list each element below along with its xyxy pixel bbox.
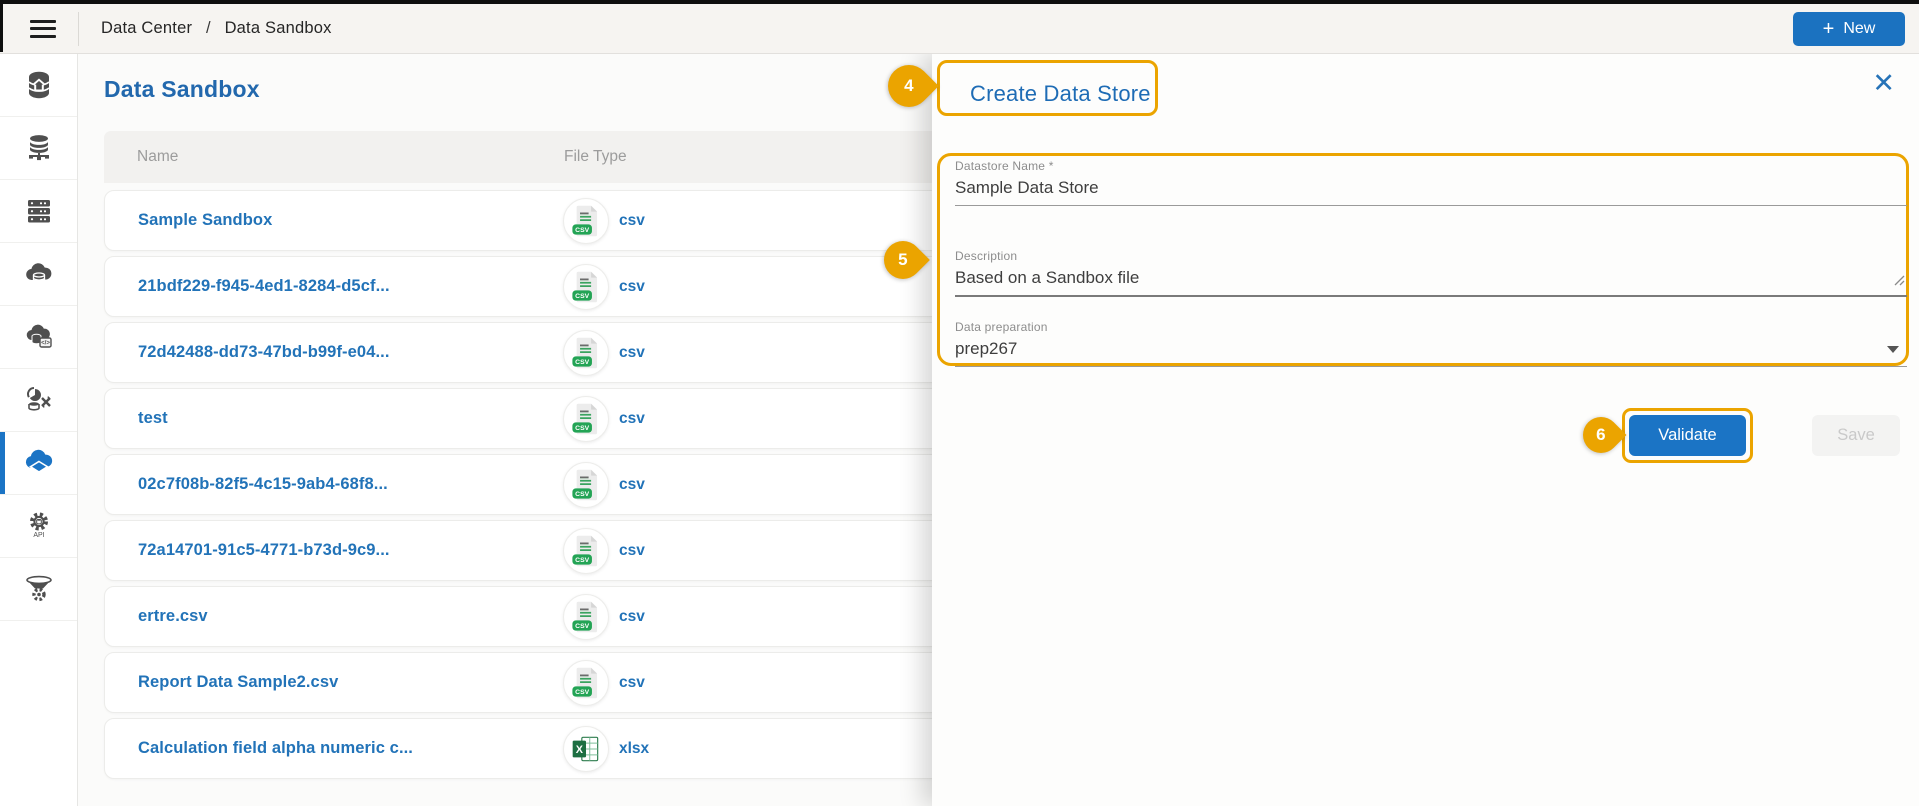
svg-text:API: API: [33, 532, 44, 539]
input-underline: [955, 295, 1907, 297]
sandbox-name-link[interactable]: Report Data Sample2.csv: [105, 673, 338, 692]
sidebar: </>: [0, 54, 78, 806]
sandbox-name-link[interactable]: 02c7f08b-82f5-4c15-9ab4-68f8...: [105, 475, 388, 494]
column-header-file-type: File Type: [564, 148, 627, 166]
sandbox-name-link[interactable]: Calculation field alpha numeric c...: [105, 739, 413, 758]
topbar-divider: [78, 12, 79, 46]
save-button[interactable]: Save: [1812, 415, 1900, 456]
svg-text:CSV: CSV: [575, 425, 589, 432]
sidebar-item-data-filter[interactable]: [0, 558, 77, 621]
sandbox-name-link[interactable]: 72a14701-91c5-4771-b73d-9c9...: [105, 541, 390, 560]
datastore-name-input[interactable]: Sample Data Store: [955, 178, 1907, 198]
data-preparation-select[interactable]: prep267: [955, 339, 1907, 359]
column-header-name: Name: [104, 148, 178, 166]
input-underline: [955, 366, 1907, 367]
file-type-label: csv: [619, 608, 645, 626]
drawer-title: Create Data Store: [970, 81, 1151, 107]
screenshot-top-edge: [0, 0, 1919, 4]
file-type-label: csv: [619, 212, 645, 230]
svg-text:CSV: CSV: [575, 689, 589, 696]
csv-file-icon: CSV: [563, 528, 609, 574]
cloud-database-code-icon: </>: [23, 321, 55, 353]
file-type-label: csv: [619, 410, 645, 428]
funnel-gear-icon: [22, 572, 56, 606]
svg-text:X: X: [576, 744, 584, 756]
svg-text:CSV: CSV: [575, 227, 589, 234]
sandbox-name-link[interactable]: 21bdf229-f945-4ed1-8284-d5cf...: [105, 277, 390, 296]
sidebar-item-data-home[interactable]: [0, 54, 77, 117]
csv-file-icon: CSV: [563, 462, 609, 508]
sidebar-item-data-sandbox[interactable]: [0, 432, 77, 495]
svg-text:CSV: CSV: [575, 293, 589, 300]
file-type-label: csv: [619, 542, 645, 560]
page-title: Data Sandbox: [104, 76, 260, 103]
new-button-label: New: [1843, 20, 1875, 38]
svg-text:CSV: CSV: [575, 359, 589, 366]
breadcrumb-item-data-sandbox: Data Sandbox: [225, 19, 332, 37]
database-network-icon: [23, 132, 55, 164]
svg-text:CSV: CSV: [575, 623, 589, 630]
database-transform-icon: [23, 384, 55, 416]
description-label: Description: [955, 249, 1907, 263]
data-preparation-field[interactable]: Data preparation prep267: [955, 320, 1907, 367]
csv-file-icon: CSV: [563, 264, 609, 310]
sidebar-item-api[interactable]: API: [0, 495, 77, 558]
file-type-label: xlsx: [619, 740, 649, 758]
sidebar-item-servers[interactable]: [0, 180, 77, 243]
csv-file-icon: CSV: [563, 396, 609, 442]
svg-text:CSV: CSV: [575, 491, 589, 498]
sidebar-item-data-sources[interactable]: [0, 117, 77, 180]
new-button[interactable]: + New: [1793, 12, 1905, 46]
breadcrumb-item-data-center[interactable]: Data Center: [101, 19, 192, 37]
sidebar-item-cloud-data[interactable]: [0, 243, 77, 306]
cloud-layers-icon: [22, 446, 56, 480]
csv-file-icon: CSV: [563, 594, 609, 640]
svg-text:CSV: CSV: [575, 557, 589, 564]
hamburger-menu-icon[interactable]: [30, 15, 56, 42]
top-bar: Data Center / Data Sandbox + New: [0, 4, 1919, 54]
sandbox-name-link[interactable]: ertre.csv: [105, 607, 208, 626]
xlsx-file-icon: X: [563, 726, 609, 772]
datastore-name-label: Datastore Name *: [955, 159, 1907, 173]
callout-box-title: Create Data Store: [937, 60, 1158, 116]
description-input[interactable]: Based on a Sandbox file: [955, 268, 1907, 288]
sandbox-name-link[interactable]: 72d42488-dd73-47bd-b99f-e04...: [105, 343, 390, 362]
validate-button[interactable]: Validate: [1629, 415, 1746, 456]
file-type-label: csv: [619, 674, 645, 692]
breadcrumb: Data Center / Data Sandbox: [101, 19, 332, 38]
api-gear-icon: API: [23, 510, 55, 542]
csv-file-icon: CSV: [563, 330, 609, 376]
data-preparation-label: Data preparation: [955, 320, 1907, 334]
file-type-label: csv: [619, 344, 645, 362]
description-field[interactable]: Description Based on a Sandbox file: [955, 249, 1907, 297]
input-underline: [955, 205, 1907, 206]
server-stack-icon: [23, 195, 55, 227]
sidebar-item-data-transform[interactable]: [0, 369, 77, 432]
cloud-database-icon: [23, 258, 55, 290]
csv-file-icon: CSV: [563, 660, 609, 706]
sandbox-name-link[interactable]: Sample Sandbox: [105, 211, 272, 230]
database-home-icon: [23, 69, 55, 101]
screenshot-left-edge: [0, 0, 3, 52]
file-type-label: csv: [619, 278, 645, 296]
textarea-resize-grip-icon[interactable]: [1894, 273, 1905, 291]
plus-icon: +: [1823, 19, 1835, 39]
csv-file-icon: CSV: [563, 198, 609, 244]
chevron-down-icon[interactable]: [1887, 346, 1899, 353]
sidebar-item-cloud-data-code[interactable]: </>: [0, 306, 77, 369]
svg-text:</>: </>: [41, 341, 50, 347]
close-icon[interactable]: ✕: [1868, 66, 1899, 101]
datastore-name-field[interactable]: Datastore Name * Sample Data Store: [955, 159, 1907, 206]
create-data-store-drawer: ✕ Create Data Store Datastore Name * Sam…: [932, 54, 1919, 806]
sandbox-name-link[interactable]: test: [105, 409, 168, 428]
file-type-label: csv: [619, 476, 645, 494]
breadcrumb-separator: /: [206, 19, 211, 37]
callout-box-validate: Validate: [1622, 408, 1753, 463]
